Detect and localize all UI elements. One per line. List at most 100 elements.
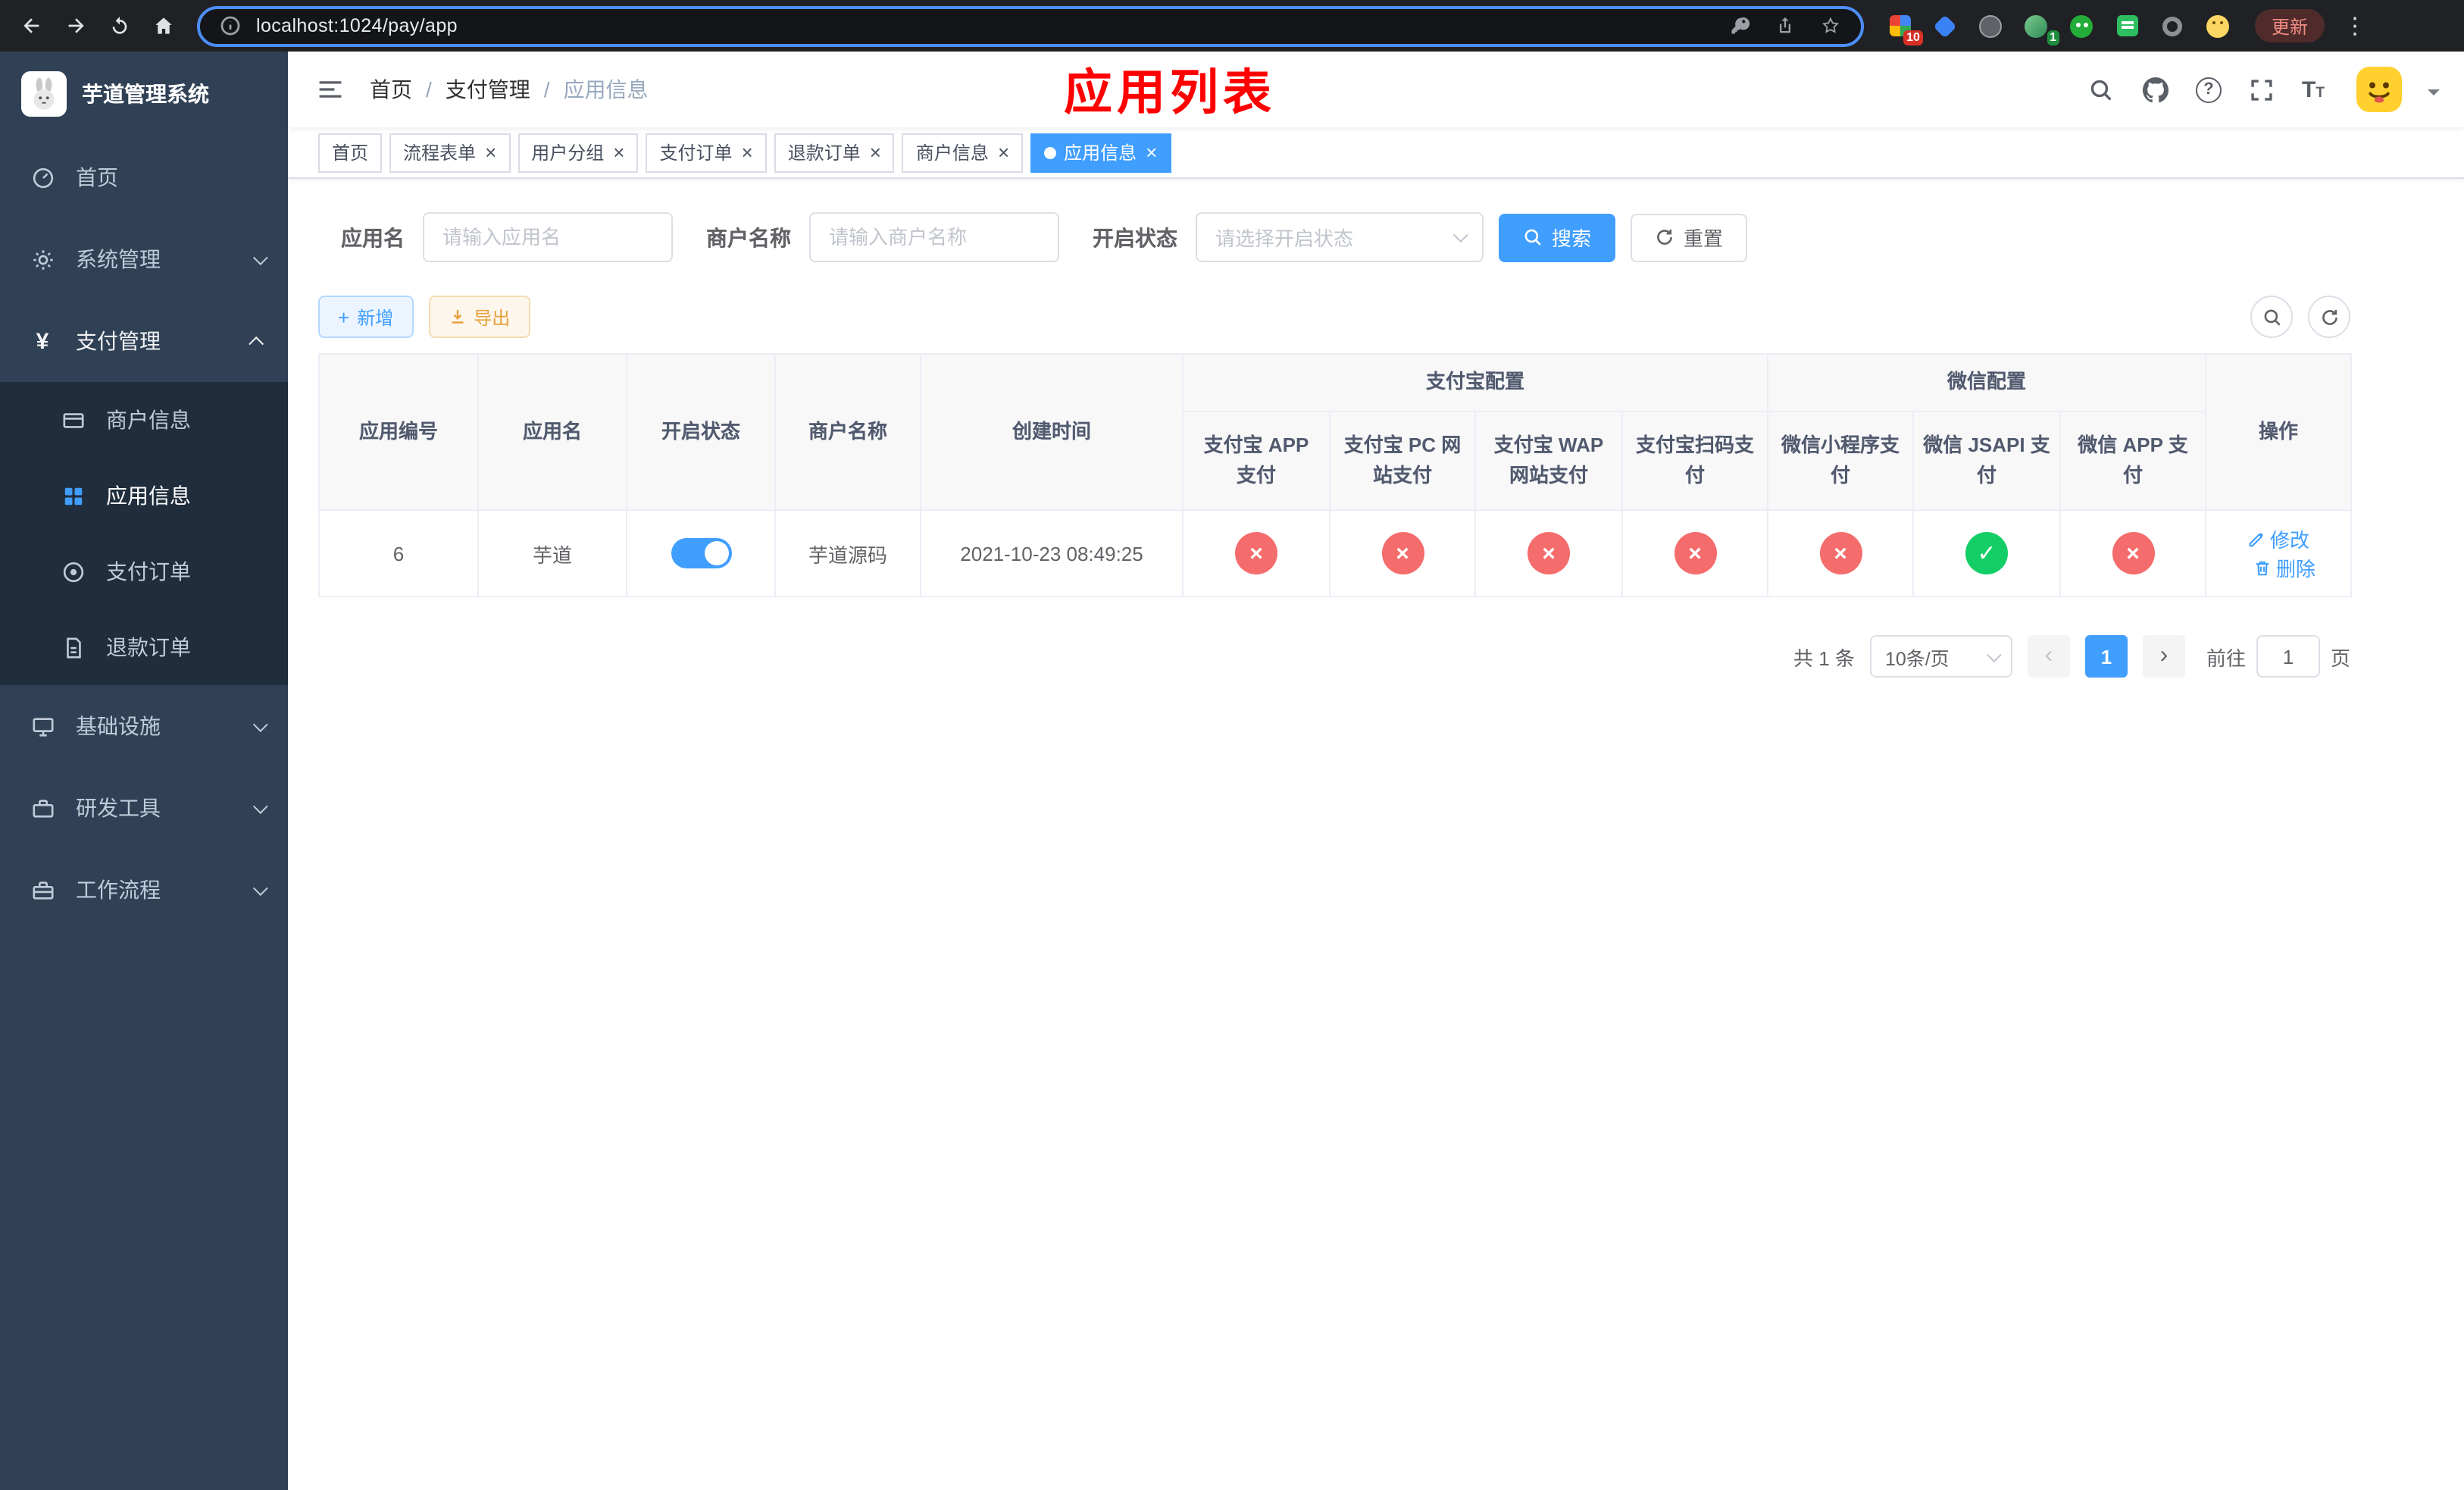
tab-home[interactable]: 首页 xyxy=(318,133,383,172)
extension-knot-icon[interactable] xyxy=(2158,11,2188,41)
extension-face-icon[interactable] xyxy=(2203,11,2234,41)
close-icon[interactable]: × xyxy=(998,142,1009,162)
sidebar-item-label: 应用信息 xyxy=(106,484,191,508)
status-select[interactable]: 请选择开启状态 xyxy=(1196,212,1484,262)
status-label: 开启状态 xyxy=(1093,225,1177,249)
close-icon[interactable]: × xyxy=(485,142,496,162)
refresh-table-button[interactable] xyxy=(2308,296,2350,338)
order-circle-icon xyxy=(61,559,85,584)
breadcrumb-item-payment[interactable]: 支付管理 xyxy=(446,74,530,105)
bookmark-star-icon[interactable] xyxy=(1818,14,1843,38)
app-root: 芋道管理系统 首页 系统管理 ¥ 支付管理 商户信息 应用信息 支付订单 退款订… xyxy=(0,52,2464,1490)
wechat-app-status-icon: × xyxy=(2112,532,2155,575)
extension-avatar-icon[interactable]: 1 xyxy=(2022,11,2059,45)
avatar[interactable] xyxy=(2356,67,2402,112)
delete-link[interactable]: 删除 xyxy=(2253,554,2315,583)
share-icon[interactable] xyxy=(1773,14,1797,38)
plus-icon: + xyxy=(338,305,350,328)
chevron-down-icon xyxy=(252,880,268,896)
address-bar[interactable]: localhost:1024/pay/app xyxy=(197,5,1864,46)
cell-wechat-app: × xyxy=(2059,509,2207,598)
extension-note-icon[interactable] xyxy=(2112,11,2143,41)
sidebar-item-payment[interactable]: ¥ 支付管理 xyxy=(0,300,288,382)
browser-window: localhost:1024/pay/app 10 1 更新 ⋮ 芋道管理系统 … xyxy=(0,0,2464,1490)
toggle-search-button[interactable] xyxy=(2250,296,2293,338)
tab-process-form[interactable]: 流程表单 × xyxy=(389,133,511,172)
chrome-update-button[interactable]: 更新 xyxy=(2254,9,2325,42)
extension-dark-icon[interactable] xyxy=(1976,11,2006,41)
extension-grid-icon[interactable]: 10 xyxy=(1885,11,1923,45)
goto-page-input[interactable] xyxy=(2256,635,2320,678)
sidebar-item-label: 退款订单 xyxy=(106,635,191,659)
font-size-icon[interactable]: TT xyxy=(2302,77,2325,102)
sidebar-subitem-payment-order[interactable]: 支付订单 xyxy=(0,534,288,609)
close-icon[interactable]: × xyxy=(1146,142,1157,162)
reset-button[interactable]: 重置 xyxy=(1631,213,1748,261)
merchant-name-input[interactable] xyxy=(809,212,1059,262)
briefcase-icon xyxy=(30,878,55,902)
sidebar-item-home[interactable]: 首页 xyxy=(0,136,288,218)
sidebar-toggle-icon[interactable] xyxy=(315,74,346,105)
github-icon[interactable] xyxy=(2141,75,2170,104)
site-info-icon[interactable] xyxy=(218,14,242,38)
search-button[interactable]: 搜索 xyxy=(1499,213,1616,261)
pagination: 共 1 条 10条/页 ‹ 1 › 前往 页 xyxy=(318,635,2350,678)
table-row: 6 芋道 芋道源码 2021-10-23 08:49:25 × × × × × xyxy=(318,509,2353,598)
status-toggle[interactable] xyxy=(671,538,731,569)
page-size-select[interactable]: 10条/页 xyxy=(1869,635,2012,678)
cell-wechat-jsapi: ✓ xyxy=(1912,509,2062,598)
cell-alipay-wap: × xyxy=(1474,509,1623,598)
help-icon[interactable]: ? xyxy=(2196,77,2222,102)
col-alipay-pc: 支付宝 PC 网站支付 xyxy=(1329,410,1476,512)
sidebar-subitem-app-info[interactable]: 应用信息 xyxy=(0,458,288,534)
sidebar-item-dev-tools[interactable]: 研发工具 xyxy=(0,767,288,849)
sidebar-item-system[interactable]: 系统管理 xyxy=(0,218,288,300)
app-name-input[interactable] xyxy=(423,212,673,262)
search-icon[interactable] xyxy=(2087,75,2115,104)
edit-link[interactable]: 修改 xyxy=(2247,525,2309,554)
prev-page-button[interactable]: ‹ xyxy=(2027,635,2070,678)
fullscreen-icon[interactable] xyxy=(2247,75,2276,104)
chevron-down-icon[interactable] xyxy=(2428,89,2440,102)
tab-app-info[interactable]: 应用信息 × xyxy=(1030,133,1171,172)
breadcrumb-item-home[interactable]: 首页 xyxy=(370,74,412,105)
page-1-button[interactable]: 1 xyxy=(2084,635,2128,678)
password-key-icon[interactable] xyxy=(1728,14,1752,38)
tab-payment-order[interactable]: 支付订单 × xyxy=(646,133,767,172)
sidebar-subitem-merchant-info[interactable]: 商户信息 xyxy=(0,382,288,458)
add-button[interactable]: + 新增 xyxy=(318,296,414,338)
extension-wechat-icon[interactable] xyxy=(2067,11,2097,41)
search-icon xyxy=(2263,308,2280,325)
forward-icon xyxy=(68,18,84,33)
reload-icon xyxy=(112,17,127,34)
sidebar-item-workflow[interactable]: 工作流程 xyxy=(0,849,288,931)
extension-knot-glyph xyxy=(2162,16,2183,36)
back-icon xyxy=(23,18,39,33)
extension-drop-icon[interactable] xyxy=(1931,11,1961,41)
home-button[interactable] xyxy=(144,6,183,45)
tab-refund-order[interactable]: 退款订单 × xyxy=(774,133,895,172)
extension-dark-glyph xyxy=(1979,14,2003,37)
forward-button[interactable] xyxy=(56,6,95,45)
chevron-down-icon xyxy=(252,716,268,732)
close-icon[interactable]: × xyxy=(870,142,881,162)
close-icon[interactable]: × xyxy=(742,142,753,162)
close-icon[interactable]: × xyxy=(613,142,624,162)
sidebar-menu: 首页 系统管理 ¥ 支付管理 商户信息 应用信息 支付订单 退款订单 基础设施 … xyxy=(0,136,288,931)
extension-wechat-glyph xyxy=(2070,14,2093,37)
tab-merchant-info[interactable]: 商户信息 × xyxy=(902,133,1024,172)
sidebar-item-infra[interactable]: 基础设施 xyxy=(0,685,288,767)
next-page-button[interactable]: › xyxy=(2142,635,2185,678)
tabs-bar: 首页 流程表单 × 用户分组 × 支付订单 × 退款订单 × 商户信息 × 应用信息 × xyxy=(288,127,2464,179)
export-button[interactable]: 导出 xyxy=(428,296,530,338)
sidebar-item-label: 支付管理 xyxy=(76,329,161,353)
home-icon xyxy=(155,17,172,34)
browser-menu-icon[interactable]: ⋮ xyxy=(2343,12,2367,39)
reload-button[interactable] xyxy=(100,6,139,45)
sidebar-subitem-refund-order[interactable]: 退款订单 xyxy=(0,609,288,685)
page-annotation: 应用列表 xyxy=(1063,65,1277,120)
col-alipay-wap: 支付宝 WAP 网站支付 xyxy=(1474,410,1623,512)
tab-user-group[interactable]: 用户分组 × xyxy=(518,133,639,172)
back-button[interactable] xyxy=(12,6,52,45)
app-logo[interactable]: 芋道管理系统 xyxy=(0,52,288,136)
